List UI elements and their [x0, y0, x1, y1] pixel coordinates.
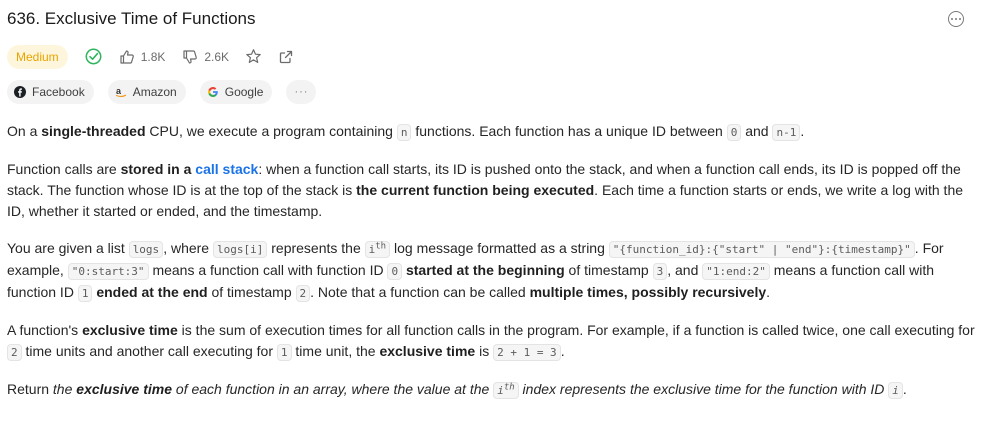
company-tag-facebook[interactable]: Facebook — [7, 80, 94, 104]
description-paragraph-4: A function's exclusive time is the sum o… — [7, 322, 975, 361]
dislike-count: 2.6K — [204, 49, 230, 64]
call-stack-link[interactable]: call stack — [195, 161, 258, 177]
problem-meta-bar: Medium 1.8K 2.6K — [7, 43, 294, 70]
share-icon[interactable] — [278, 49, 294, 65]
amazon-icon: a — [115, 86, 127, 98]
inline-code: i — [888, 382, 903, 399]
inline-code: 0 — [387, 263, 403, 280]
inline-code: "1:end:2" — [702, 263, 770, 280]
favorite-star-icon[interactable] — [245, 48, 262, 65]
inline-code: "0:start:3" — [67, 263, 149, 280]
inline-code: 1 — [77, 285, 93, 302]
dislike-button[interactable]: 2.6K — [182, 49, 229, 65]
difficulty-badge[interactable]: Medium — [7, 44, 68, 69]
inline-code: logs[i] — [213, 241, 268, 258]
company-name: Facebook — [32, 85, 85, 99]
inline-code: n-1 — [772, 124, 801, 141]
ellipsis-icon: ··· — [294, 86, 309, 98]
company-tags: Facebook a Amazon Google ··· — [7, 80, 330, 104]
inline-code: 3 — [652, 263, 668, 280]
inline-code: 2 — [7, 344, 22, 361]
inline-code: 2 + 1 = 3 — [493, 344, 561, 361]
description-paragraph-3: You are given a list logs, where logs[i]… — [7, 240, 944, 302]
inline-code: n — [396, 124, 412, 141]
problem-page: 636. Exclusive Time of Functions Medium … — [0, 0, 985, 435]
inline-code: ith — [493, 382, 519, 399]
inline-code: 2 — [295, 285, 311, 302]
thumbs-down-icon — [182, 49, 198, 65]
inline-code: logs — [128, 241, 164, 258]
facebook-icon — [14, 86, 26, 98]
inline-code: 1 — [276, 344, 292, 361]
problem-description: On a single-threaded CPU, we execute a p… — [7, 121, 977, 417]
description-paragraph-5: Return the exclusive time of each functi… — [7, 381, 907, 399]
company-name: Google — [224, 85, 264, 99]
inline-code: "{function_id}:{"start" | "end"}:{timest… — [608, 241, 915, 258]
page-title: 636. Exclusive Time of Functions — [7, 9, 256, 28]
company-tag-amazon[interactable]: a Amazon — [107, 80, 186, 104]
like-button[interactable]: 1.8K — [119, 49, 166, 65]
company-name: Amazon — [132, 85, 177, 99]
more-options-icon[interactable] — [948, 11, 964, 27]
solved-check-icon — [85, 48, 102, 65]
description-paragraph-1: On a single-threaded CPU, we execute a p… — [7, 123, 805, 141]
thumbs-up-icon — [119, 49, 135, 65]
inline-code: ith — [364, 241, 391, 258]
google-icon — [207, 86, 219, 98]
svg-text:a: a — [116, 86, 122, 96]
company-tag-google[interactable]: Google — [199, 80, 273, 104]
like-count: 1.8K — [140, 49, 166, 64]
description-paragraph-2: Function calls are stored in a call stac… — [7, 161, 964, 219]
inline-code: 0 — [726, 124, 742, 141]
more-companies-button[interactable]: ··· — [286, 80, 317, 104]
